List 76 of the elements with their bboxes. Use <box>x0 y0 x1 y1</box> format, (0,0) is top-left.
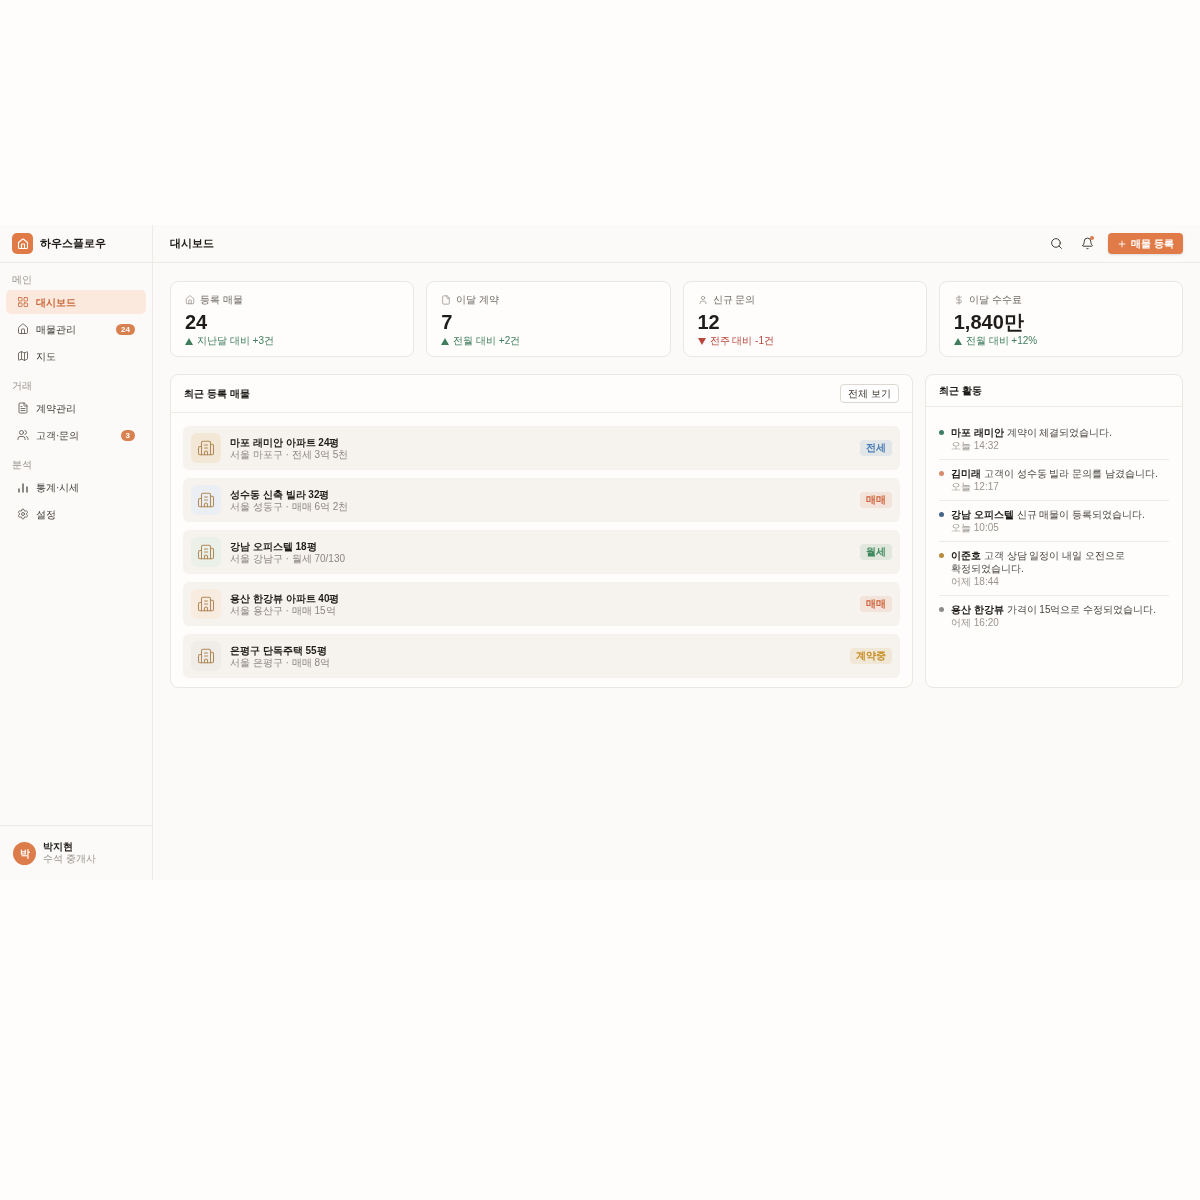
panel-title: 최근 등록 매물 <box>184 387 250 401</box>
listing-subtitle: 서울 은평구 · 매매 8억 <box>230 656 330 669</box>
section-label: 분석 <box>11 458 33 472</box>
activity-text: 용산 한강뷰 가격이 15억으로 수정되었습니다. <box>951 603 1157 616</box>
stat-label: 이달 계약 <box>456 294 500 306</box>
stat-value: 7 <box>441 310 453 334</box>
house-icon <box>185 295 195 305</box>
deal-type-tag: 매매 <box>860 492 892 508</box>
listing-title: 마포 래미안 아파트 24평 <box>230 435 340 449</box>
brand-name: 하우스플로우 <box>40 236 106 252</box>
page-title: 대시보드 <box>170 236 214 252</box>
stat-label: 신규 문의 <box>712 294 756 306</box>
listing-title: 강남 오피스텔 18평 <box>230 539 317 553</box>
activity-time: 오늘 10:05 <box>951 522 999 534</box>
sidebar-item[interactable]: 고객·문의 3 <box>6 423 146 447</box>
sidebar-item[interactable]: 매물관리 24 <box>6 317 146 341</box>
activity-text: 김미래 고객이 성수동 빌라 문의를 남겼습니다. <box>951 467 1158 480</box>
count-badge: 24 <box>116 323 135 335</box>
stat-value: 12 <box>697 310 720 334</box>
sidebar-item[interactable]: 계약관리 <box>6 396 146 420</box>
deal-type-tag: 전세 <box>860 440 892 456</box>
activity-time: 어제 18:44 <box>951 576 999 588</box>
activity-text: 이준호 고객 상담 일정이 내일 오전으로 확정되었습니다. <box>951 549 1126 575</box>
user-name: 박지현 <box>43 841 74 853</box>
listing-title: 용산 한강뷰 아파트 40평 <box>230 591 340 605</box>
dollar-icon <box>953 295 964 305</box>
stat-value: 1,840만 <box>953 310 1024 334</box>
view-all-button[interactable]: 전체 보기 <box>840 384 899 403</box>
listing-title: 은평구 단독주택 55평 <box>230 643 327 657</box>
listing-subtitle: 서울 강남구 · 월세 70/130 <box>230 552 346 565</box>
activity-time: 오늘 14:32 <box>951 440 999 452</box>
panel-title: 최근 활동 <box>939 384 982 398</box>
settings-icon <box>17 508 29 520</box>
person-icon <box>697 295 708 305</box>
deal-type-tag: 월세 <box>860 544 892 560</box>
listing-row[interactable]: 용산 한강뷰 아파트 40평 서울 용산구 · 매매 15억 매매 <box>183 582 900 626</box>
listing-subtitle: 서울 성동구 · 매매 6억 2천 <box>230 500 349 513</box>
listing-title: 성수동 신축 빌라 32평 <box>230 487 330 501</box>
count-badge: 3 <box>120 429 135 441</box>
user-role: 수석 중개사 <box>43 853 96 865</box>
stat-change: 전월 대비 +12% <box>965 335 1038 347</box>
activity-text: 강남 오피스텔 신규 매물이 등록되었습니다. <box>951 508 1145 521</box>
activity-time: 어제 16:20 <box>951 617 999 629</box>
section-label: 거래 <box>11 379 33 393</box>
listing-subtitle: 서울 마포구 · 전세 3억 5천 <box>230 448 349 461</box>
deal-type-tag: 매매 <box>860 596 892 612</box>
activity-text: 마포 래미안 계약이 체결되었습니다. <box>951 426 1113 439</box>
bell-icon <box>1080 237 1094 250</box>
listing-row[interactable]: 마포 래미안 아파트 24평 서울 마포구 · 전세 3억 5천 전세 <box>183 426 900 470</box>
plus-icon <box>1117 238 1128 249</box>
logo-icon <box>12 233 33 254</box>
stat-label: 이달 수수료 <box>968 294 1022 306</box>
document-icon <box>17 402 29 414</box>
stat-label: 등록 매물 <box>200 294 243 306</box>
grid-icon <box>17 296 29 308</box>
sidebar-item[interactable]: 통계·시세 <box>6 475 146 499</box>
stat-change: 전월 대비 +2건 <box>453 335 521 347</box>
stat-value: 24 <box>185 310 208 334</box>
stat-change: 지난달 대비 +3건 <box>197 335 274 347</box>
users-icon <box>17 429 29 441</box>
bar-chart-icon <box>17 481 29 493</box>
search-icon <box>1049 237 1063 250</box>
activity-time: 오늘 12:17 <box>951 481 999 493</box>
stat-change: 전주 대비 -1건 <box>709 335 774 347</box>
sidebar-item[interactable]: 지도 <box>6 344 146 368</box>
document-icon <box>441 295 452 305</box>
listing-subtitle: 서울 용산구 · 매매 15억 <box>230 604 336 617</box>
listing-row[interactable]: 성수동 신축 빌라 32평 서울 성동구 · 매매 6억 2천 매매 <box>183 478 900 522</box>
listing-row[interactable]: 은평구 단독주택 55평 서울 은평구 · 매매 8억 계약중 <box>183 634 900 678</box>
user-avatar: 박 <box>13 841 36 865</box>
sidebar-item[interactable]: 설정 <box>6 502 146 526</box>
deal-type-tag: 계약중 <box>850 648 892 664</box>
house-icon <box>17 323 29 335</box>
map-icon <box>17 350 29 362</box>
listing-row[interactable]: 강남 오피스텔 18평 서울 강남구 · 월세 70/130 월세 <box>183 530 900 574</box>
section-label: 메인 <box>11 273 33 287</box>
